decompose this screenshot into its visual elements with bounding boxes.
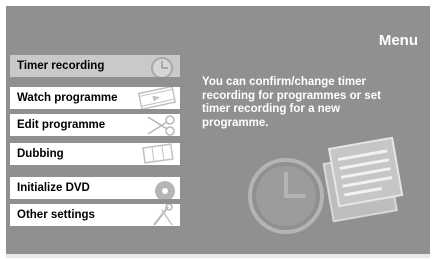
- menu-item-watch-programme[interactable]: Watch programme: [10, 87, 180, 109]
- menu-item-label: Other settings: [17, 209, 95, 221]
- film-play-icon: [137, 87, 177, 109]
- main-menu: Timer recording Watch programme Edit pro…: [6, 6, 196, 254]
- menu-item-initialize-dvd[interactable]: Initialize DVD: [10, 177, 180, 199]
- menu-item-label: Timer recording: [17, 60, 105, 72]
- film-strip-icon: [142, 143, 174, 164]
- menu-item-timer-recording[interactable]: Timer recording: [10, 55, 180, 77]
- menu-item-label: Dubbing: [17, 148, 64, 160]
- menu-item-label: Initialize DVD: [17, 182, 90, 194]
- scissors-icon: [147, 115, 175, 136]
- menu-item-dubbing[interactable]: Dubbing: [10, 143, 180, 165]
- disc-icon: [155, 181, 175, 199]
- menu-item-description: You can confirm/change timer recording f…: [202, 76, 381, 129]
- clock-documents-background-icon: [248, 136, 404, 234]
- menu-title: Menu: [378, 32, 418, 49]
- menu-item-label: Edit programme: [17, 119, 106, 131]
- menu-item-label: Watch programme: [17, 92, 118, 104]
- clock-icon: [151, 57, 173, 77]
- menu-screen: Menu Timer recording Watch programme Edi…: [6, 6, 430, 258]
- menu-item-other-settings[interactable]: Other settings: [10, 204, 180, 226]
- wrench-screwdriver-icon: [153, 204, 173, 226]
- menu-item-edit-programme[interactable]: Edit programme: [10, 114, 180, 136]
